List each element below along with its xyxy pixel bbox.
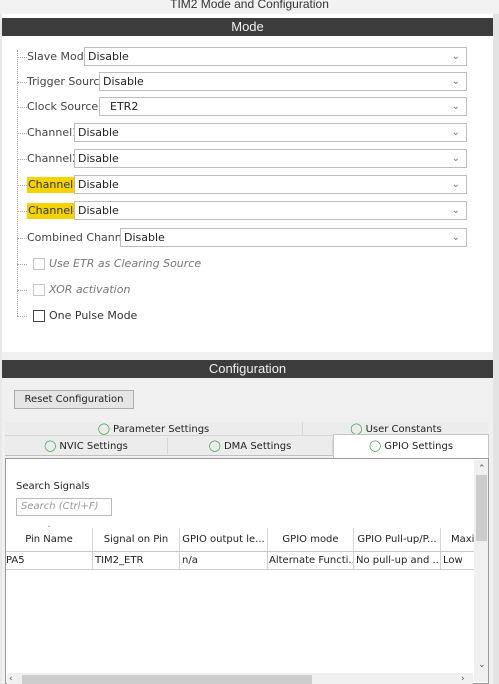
trigger-source-value: Disable: [103, 75, 144, 88]
channel3-select[interactable]: Disable ⌄: [74, 175, 467, 194]
cell-gpio-mode[interactable]: Alternate Functi...: [268, 552, 354, 570]
chevron-down-icon: ⌄: [451, 179, 460, 190]
cell-signal-on-pin[interactable]: TIM2_ETR: [93, 552, 180, 570]
section-gap: [2, 352, 493, 360]
column-header-signal-on-pin[interactable]: Signal on Pin: [93, 528, 180, 552]
tree-branch: [17, 290, 27, 291]
trigger-source-select[interactable]: Disable ⌄: [99, 72, 467, 91]
column-header-gpio-mode[interactable]: GPIO mode: [268, 528, 354, 552]
channel1-select[interactable]: Disable ⌄: [74, 123, 467, 142]
vertical-scroll-thumb[interactable]: [476, 475, 487, 541]
cell-maximum[interactable]: Low: [441, 552, 474, 570]
tree-branch: [17, 133, 27, 134]
window-title: TIM2 Mode and Configuration: [0, 0, 499, 14]
tab-parameter-settings-label: Parameter Settings: [113, 424, 210, 435]
tab-nvic-settings[interactable]: ◯ NVIC Settings: [5, 438, 168, 454]
channel4-value: Disable: [78, 204, 119, 217]
chevron-down-icon: ⌄: [451, 205, 460, 216]
tree-line: [17, 50, 18, 316]
tree-branch: [17, 82, 27, 83]
channel4-select[interactable]: Disable ⌄: [74, 201, 467, 220]
tab-gpio-settings-label: GPIO Settings: [384, 441, 454, 452]
one-pulse-mode-checkbox[interactable]: [33, 310, 45, 322]
tree-branch: [17, 107, 27, 108]
search-signals-input[interactable]: Search (Ctrl+F): [16, 498, 112, 516]
channel2-select[interactable]: Disable ⌄: [74, 149, 467, 168]
combined-channels-value: Disable: [124, 231, 165, 244]
tree-branch: [17, 316, 27, 317]
scroll-right-icon[interactable]: ›: [461, 674, 465, 684]
use-etr-label: Use ETR as Clearing Source: [49, 257, 202, 270]
chevron-down-icon: ⌄: [451, 232, 460, 243]
clock-source-label: Clock Source: [27, 100, 99, 113]
clock-source-value: ETR2: [110, 100, 139, 113]
tab-gpio-settings[interactable]: ◯ GPIO Settings: [333, 434, 489, 458]
slave-mode-select[interactable]: Disable ⌄: [84, 47, 467, 66]
tab-dma-settings[interactable]: ◯ DMA Settings: [168, 438, 333, 454]
scroll-down-icon[interactable]: ⌄: [478, 660, 486, 670]
cell-gpio-pull[interactable]: No pull-up and ...: [354, 552, 441, 570]
tab-parameter-settings[interactable]: ◯ Parameter Settings: [5, 422, 303, 436]
scroll-left-icon[interactable]: ‹: [9, 674, 13, 684]
column-header-pin-name[interactable]: Pin Name: [6, 528, 93, 552]
scroll-up-icon[interactable]: ⌃: [478, 464, 486, 474]
one-pulse-mode-label: One Pulse Mode: [49, 309, 138, 322]
trigger-source-label: Trigger Source: [27, 75, 107, 88]
reset-configuration-button[interactable]: Reset Configuration: [14, 390, 134, 409]
tab-dma-settings-label: DMA Settings: [223, 441, 292, 452]
chevron-down-icon: ⌄: [451, 51, 460, 62]
tree-branch: [17, 264, 27, 265]
channel1-value: Disable: [78, 126, 119, 139]
channel1-label: Channel1: [27, 126, 80, 139]
check-circle-icon: ◯: [97, 422, 111, 435]
check-circle-icon: ◯: [44, 439, 57, 452]
right-border: [493, 0, 499, 684]
tab-nvic-settings-label: NVIC Settings: [59, 441, 128, 452]
channel3-value: Disable: [78, 178, 119, 191]
xor-activation-checkbox[interactable]: [33, 284, 45, 296]
slave-mode-value: Disable: [88, 50, 129, 63]
xor-activation-label: XOR activation: [49, 283, 131, 296]
tree-branch: [17, 57, 27, 58]
mode-header: Mode: [2, 18, 493, 36]
check-circle-icon: ◯: [208, 439, 221, 452]
combined-channels-select[interactable]: Disable ⌄: [120, 228, 467, 247]
chevron-down-icon: ⌄: [451, 153, 460, 164]
tree-branch: [17, 185, 27, 186]
search-signals-label: Search Signals: [16, 481, 90, 492]
clock-source-select[interactable]: ETR2 ⌄: [99, 97, 467, 116]
column-header-maximum[interactable]: Maxi: [441, 528, 474, 552]
check-circle-icon: ◯: [368, 439, 382, 452]
configuration-header: Configuration: [2, 360, 493, 378]
tree-branch: [17, 159, 27, 160]
slave-mode-label: Slave Mode: [27, 50, 91, 63]
channel2-label: Channel2: [27, 152, 80, 165]
column-header-gpio-pull[interactable]: GPIO Pull-up/P...: [354, 528, 441, 552]
chevron-down-icon: ⌄: [451, 76, 460, 87]
tree-branch: [17, 211, 27, 212]
use-etr-checkbox[interactable]: [33, 258, 45, 270]
cell-gpio-output-level[interactable]: n/a: [180, 552, 268, 570]
chevron-down-icon: ⌄: [451, 101, 460, 112]
chevron-down-icon: ⌄: [451, 127, 460, 138]
tree-branch: [17, 238, 27, 239]
horizontal-scroll-thumb[interactable]: [22, 675, 312, 684]
column-header-gpio-output-level[interactable]: GPIO output le...: [180, 528, 268, 552]
cell-pin-name[interactable]: PA5: [6, 552, 93, 570]
channel2-value: Disable: [78, 152, 119, 165]
